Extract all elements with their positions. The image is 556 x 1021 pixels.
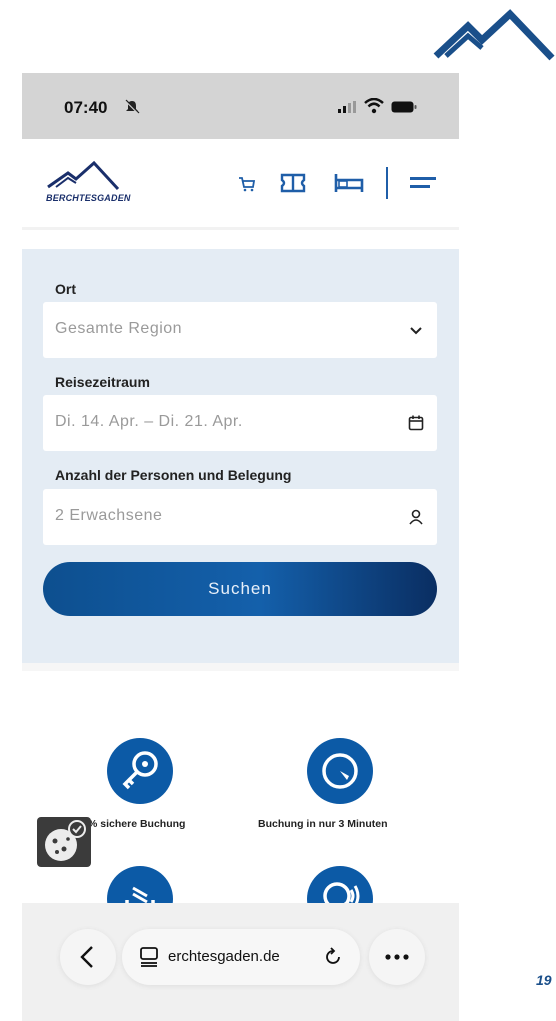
period-value: Di. 14. Apr. – Di. 21. Apr. [55,413,243,430]
mountain-logo-icon [433,9,555,61]
brand-name: BERCHTESGADEN [46,193,131,203]
cookie-icon [45,820,86,861]
status-time: 07:40 [64,98,108,117]
period-field[interactable]: Di. 14. Apr. – Di. 21. Apr. [43,395,437,451]
feature-label-fast: Buchung in nur 3 Minuten [258,818,388,830]
phone-screen: 07:40 BERCHTESGADEN Ort Gesamte Region R… [22,73,459,1021]
status-bar: 07:40 [22,73,459,139]
search-panel: Ort Gesamte Region Reisezeitraum Di. 14.… [22,249,459,663]
battery-icon [391,101,417,113]
panel-bottom-strip [22,663,459,671]
location-value: Gesamte Region [55,320,183,337]
clock-icon [322,753,358,789]
guests-field[interactable]: 2 Erwachsene [43,489,437,545]
guests-label: Anzahl der Personen und Belegung [55,467,292,483]
cookie-settings-button[interactable] [37,817,91,867]
location-label: Ort [55,281,76,297]
brand-logo[interactable]: BERCHTESGADEN [46,159,156,209]
feature-clock [307,738,373,804]
person-icon [409,509,423,525]
calendar-icon [408,415,424,431]
header-divider [386,167,388,199]
more-button[interactable] [369,929,425,985]
page-number: 19 [536,972,552,988]
feature-key [107,738,173,804]
ticket-icon[interactable] [280,172,306,194]
url-text: erchtesgaden.de [168,948,280,965]
reader-mode-icon[interactable] [138,946,160,968]
wifi-icon [364,98,384,114]
cart-icon[interactable] [238,175,256,193]
back-button[interactable] [60,929,116,985]
chevron-left-icon [80,946,93,968]
search-button[interactable]: Suchen [43,562,437,616]
address-bar[interactable]: erchtesgaden.de [122,929,360,985]
ellipsis-icon [385,954,409,960]
guests-value: 2 Erwachsene [55,507,163,524]
signal-icon [338,101,356,113]
site-header: BERCHTESGADEN [22,139,459,227]
reload-icon[interactable] [322,946,344,968]
brand-mountain-icon [47,160,120,191]
bell-off-icon [125,99,140,114]
header-separator [22,227,459,230]
location-select[interactable]: Gesamte Region [43,302,437,358]
bed-icon[interactable] [334,172,364,194]
key-icon [122,751,158,790]
chevron-down-icon [410,327,422,335]
browser-toolbar: erchtesgaden.de [60,929,425,985]
menu-icon[interactable] [410,175,436,191]
feature-label-secure: % sichere Buchung [88,818,186,830]
period-label: Reisezeitraum [55,374,150,390]
